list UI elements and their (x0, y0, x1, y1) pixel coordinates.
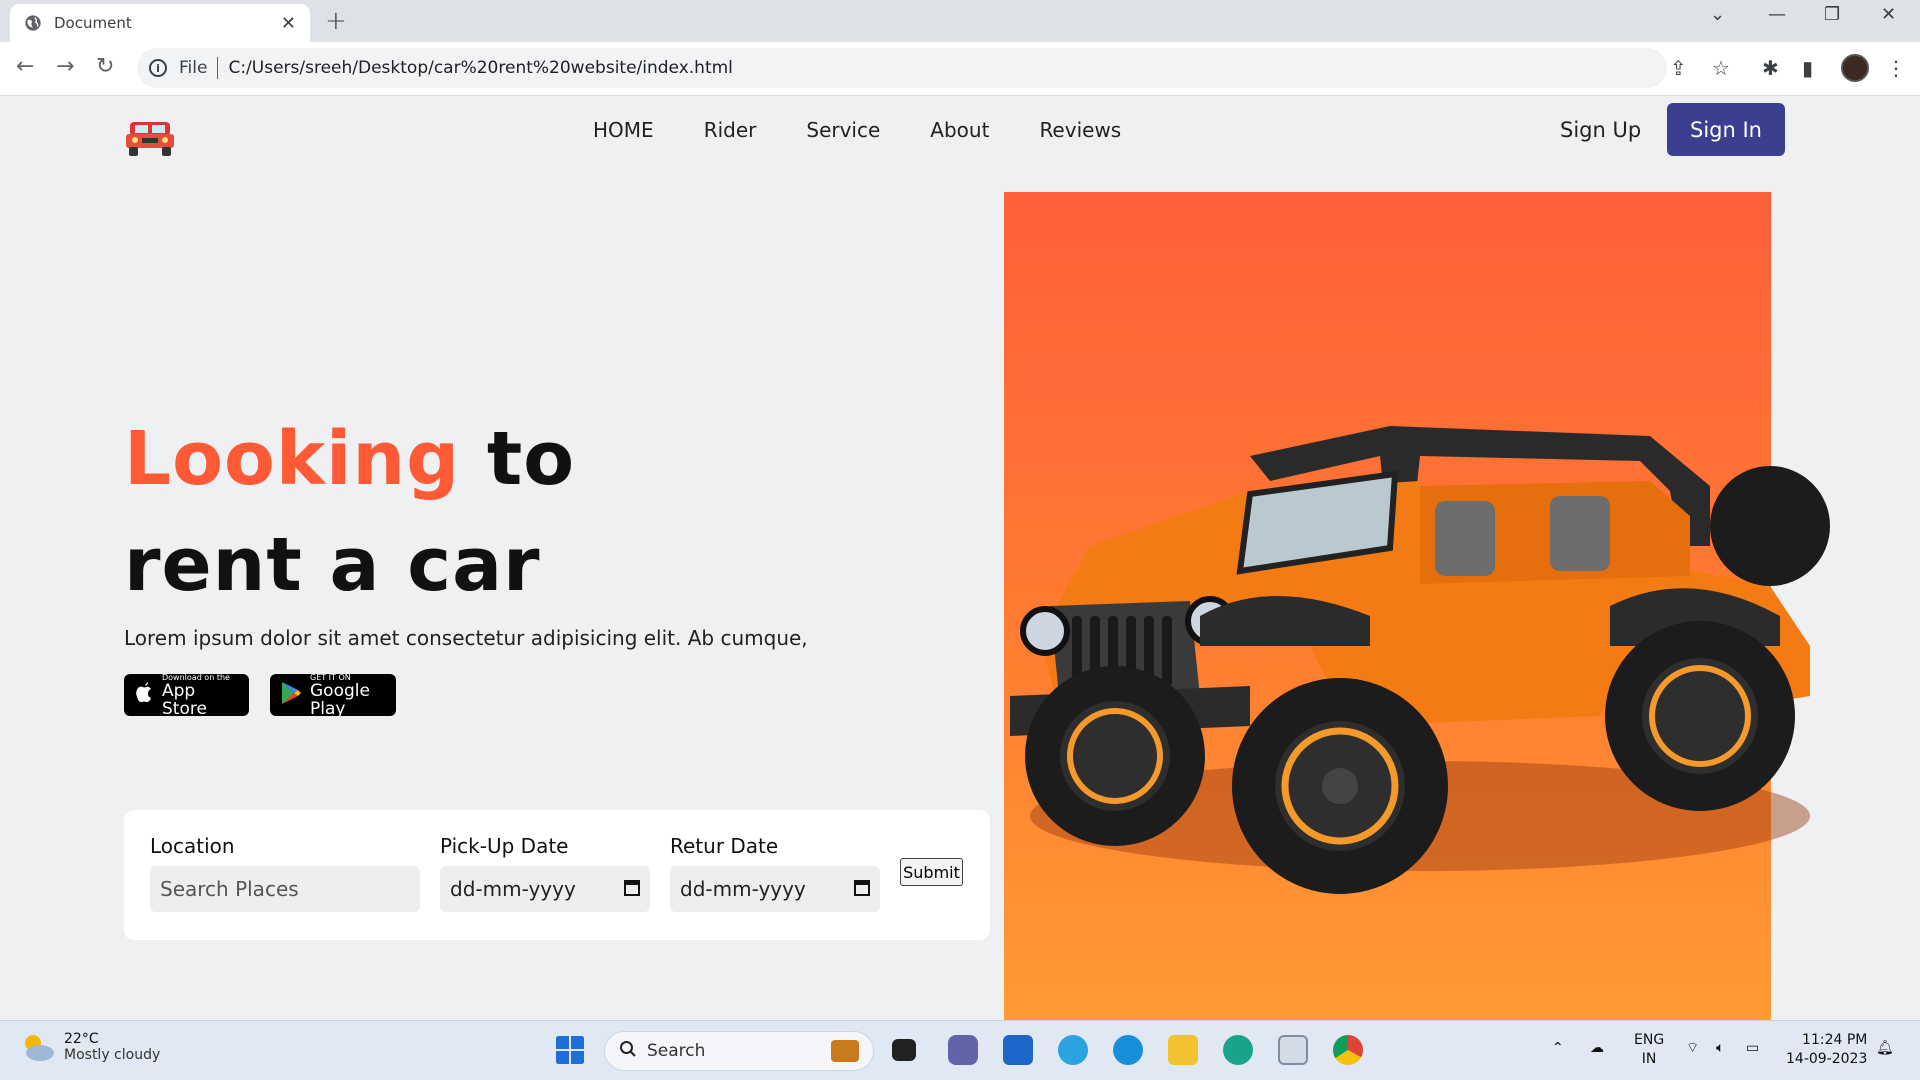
telegram-icon[interactable] (1058, 1035, 1088, 1065)
hero-headline: Looking to rent a car (124, 406, 575, 618)
folder-icon[interactable] (1168, 1035, 1198, 1065)
return-date-input[interactable]: dd-mm-yyyy (670, 866, 880, 912)
calendar-icon[interactable] (854, 877, 870, 901)
sign-up-link[interactable]: Sign Up (1560, 118, 1641, 142)
chevron-down-icon[interactable]: ⌄ (1710, 4, 1725, 25)
nav-rider[interactable]: Rider (704, 118, 757, 142)
jeep-image (1010, 426, 1830, 894)
pickup-label: Pick-Up Date (440, 834, 569, 858)
hero-description: Lorem ipsum dolor sit amet consectetur a… (124, 626, 808, 650)
booking-form: Location Search Places Pick-Up Date dd-m… (124, 810, 990, 940)
play-store-icon (280, 681, 302, 709)
cloud-sun-icon (25, 1035, 54, 1061)
location-label: Location (150, 834, 235, 858)
tab-title: Document (54, 14, 132, 32)
nav-service[interactable]: Service (806, 118, 880, 142)
weather-condition: Mostly cloudy (64, 1047, 161, 1063)
extensions-icon[interactable]: ✱ (1762, 56, 1779, 80)
calendar-icon[interactable] (624, 877, 640, 901)
web-page: HOME Rider Service About Reviews Sign Up… (0, 96, 1920, 1020)
search-label: Search (647, 1041, 706, 1061)
notification-icon[interactable]: 🔔︎ (1876, 1039, 1894, 1058)
star-icon[interactable]: ☆ (1712, 56, 1730, 80)
avatar[interactable] (1841, 54, 1869, 82)
info-icon[interactable]: i (149, 59, 167, 77)
clock-date: 14-09-2023 (1786, 1051, 1868, 1067)
onedrive-icon[interactable]: ☁ (1590, 1039, 1604, 1058)
apple-icon (134, 682, 154, 708)
help-icon[interactable] (1113, 1035, 1143, 1065)
new-tab-button[interactable]: + (325, 6, 347, 36)
teams-icon[interactable] (948, 1035, 978, 1065)
battery-icon[interactable]: ▭ (1746, 1039, 1759, 1058)
document-app-icon[interactable] (1278, 1035, 1308, 1065)
sign-in-button[interactable]: Sign In (1667, 103, 1785, 156)
location-group: Location Search Places (150, 834, 420, 912)
store-icon[interactable] (1003, 1035, 1033, 1065)
windows-taskbar: 22°C Mostly cloudy Search ⌃ ☁ ENG IN ⌔ 🔈… (0, 1020, 1920, 1080)
minimize-button[interactable]: — (1768, 4, 1786, 25)
language-indicator[interactable]: ENG IN (1634, 1031, 1664, 1069)
car-logo-icon[interactable] (124, 116, 176, 158)
close-icon[interactable]: ✕ (281, 13, 296, 34)
reload-button[interactable]: ↻ (96, 54, 114, 79)
headline-part-2: rent a car (124, 522, 541, 608)
headline-accent: Looking (124, 416, 461, 502)
tab-strip: Document ✕ + ⌄ — ❐ ✕ (0, 0, 1920, 42)
chevron-up-icon[interactable]: ⌃ (1552, 1039, 1564, 1058)
close-window-button[interactable]: ✕ (1881, 4, 1896, 25)
return-date-value: dd-mm-yyyy (680, 877, 806, 901)
pickup-date-input[interactable]: dd-mm-yyyy (440, 866, 650, 912)
url-text[interactable]: C:/Users/sreeh/Desktop/car%20rent%20webs… (228, 58, 732, 78)
app-store-button[interactable]: Download on the App Store (124, 673, 249, 719)
address-bar[interactable]: i File C:/Users/sreeh/Desktop/car%20rent… (137, 48, 1667, 88)
clock-time: 11:24 PM (1802, 1032, 1868, 1048)
location-input[interactable]: Search Places (150, 866, 420, 912)
main-nav: HOME Rider Service About Reviews (593, 118, 1121, 142)
region-code: IN (1641, 1051, 1657, 1067)
pickup-group: Pick-Up Date dd-mm-yyyy (440, 834, 650, 912)
google-play-button[interactable]: GET IT ON Google Play (270, 673, 396, 719)
google-play-big: Google Play (310, 680, 370, 719)
divider (217, 57, 219, 79)
back-button[interactable]: ← (16, 54, 34, 79)
return-group: Retur Date dd-mm-yyyy (670, 834, 880, 912)
nav-about[interactable]: About (930, 118, 989, 142)
chrome-icon[interactable] (1333, 1035, 1363, 1065)
briefcase-icon (831, 1040, 859, 1062)
headline-part-1: to (460, 416, 576, 502)
language-code: ENG (1634, 1032, 1665, 1048)
weather-widget[interactable]: 22°C Mostly cloudy (20, 1031, 160, 1063)
nav-home[interactable]: HOME (593, 118, 654, 142)
file-label: File (179, 58, 208, 78)
weather-temp: 22°C (64, 1031, 99, 1047)
clock[interactable]: 11:24 PM 14-09-2023 (1786, 1031, 1867, 1069)
file-explorer-icon[interactable] (892, 1039, 916, 1061)
menu-icon[interactable]: ⋮ (1886, 56, 1906, 80)
forward-button[interactable]: → (56, 54, 74, 79)
return-label: Retur Date (670, 834, 779, 858)
globe-icon (25, 15, 41, 31)
restore-button[interactable]: ❐ (1824, 4, 1840, 25)
windows-start-icon[interactable] (555, 1035, 585, 1065)
edge-icon[interactable] (1223, 1035, 1253, 1065)
wifi-icon[interactable]: ⌔ (1686, 1039, 1699, 1058)
app-store-big: App Store (162, 680, 207, 719)
search-icon (619, 1040, 637, 1062)
browser-tab[interactable]: Document ✕ (10, 4, 310, 42)
browser-toolbar: ← → ↻ i File C:/Users/sreeh/Desktop/car%… (0, 42, 1920, 96)
taskbar-search[interactable]: Search (604, 1031, 874, 1071)
share-icon[interactable]: ⇪ (1670, 56, 1687, 80)
nav-reviews[interactable]: Reviews (1039, 118, 1121, 142)
side-panel-icon[interactable]: ▮ (1802, 56, 1813, 80)
submit-button[interactable]: Submit (900, 858, 963, 886)
volume-icon[interactable]: 🔈︎ (1716, 1039, 1724, 1058)
pickup-date-value: dd-mm-yyyy (450, 877, 576, 901)
